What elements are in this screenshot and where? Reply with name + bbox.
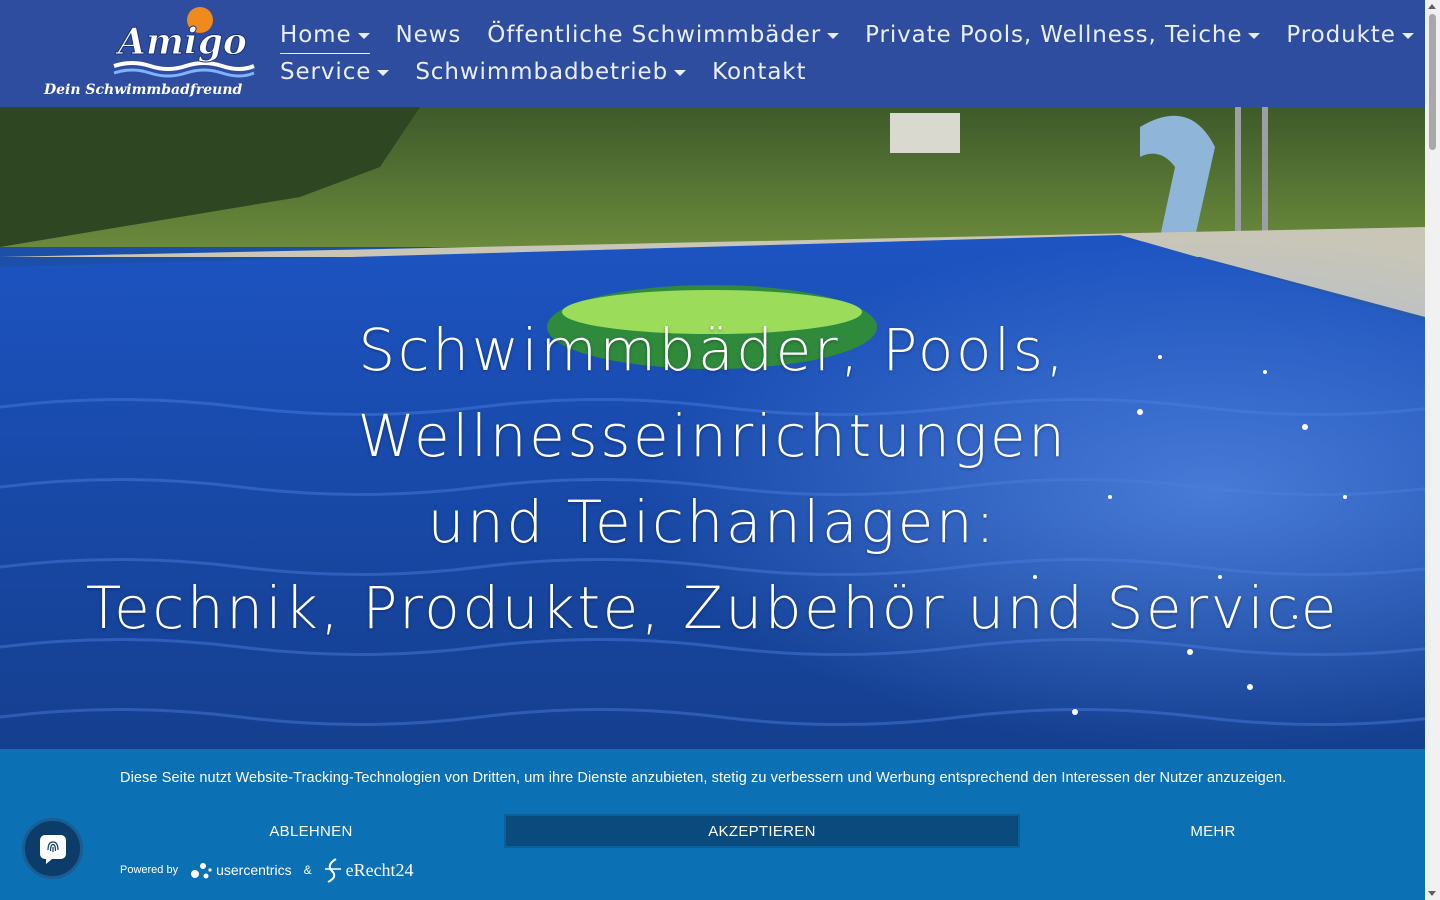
ampersand: & [303, 863, 312, 877]
cookie-consent-banner: Diese Seite nutzt Website-Tracking-Techn… [0, 749, 1425, 900]
powered-by: Powered by usercentrics & eRecht24 [120, 855, 414, 885]
chat-fingerprint-icon [39, 834, 66, 864]
scroll-down-arrow-icon[interactable] [1428, 891, 1436, 896]
nav-item-label: Öffentliche Schwimmbäder [487, 21, 822, 48]
hero-headline: Schwimmbäder, Pools, Wellnesseinrichtung… [0, 307, 1425, 651]
erecht24-label: eRecht24 [345, 859, 414, 880]
erecht24-logo[interactable]: eRecht24 [322, 857, 414, 883]
erecht24-mark-icon [324, 858, 341, 883]
nav-item-label: News [395, 21, 462, 48]
more-button[interactable]: MEHR [1022, 814, 1404, 848]
nav-item-home[interactable]: Home [280, 16, 370, 54]
nav-item-private-pools-wellness-teiche[interactable]: Private Pools, Wellness, Teiche [865, 16, 1261, 53]
nav-item-label: Produkte [1286, 21, 1396, 48]
caret-down-icon [357, 32, 370, 39]
cookie-message: Diese Seite nutzt Website-Tracking-Techn… [120, 770, 1287, 786]
nav-item-produkte[interactable]: Produkte [1286, 16, 1414, 53]
caret-down-icon [827, 32, 840, 39]
nav-item-schwimmbadbetrieb[interactable]: Schwimmbadbetrieb [415, 53, 687, 90]
amigo-logo[interactable]: Amigo Dein Schwimmbadfreund [40, 6, 260, 102]
scroll-thumb[interactable] [1429, 14, 1436, 150]
nav-row-primary: Home News Öffentliche Schwimmbäder Private … [280, 16, 1414, 54]
nav-item-label: Home [280, 21, 352, 48]
nav-item-label: Service [280, 58, 372, 85]
site-header: Amigo Dein Schwimmbadfreund Home News Öffe… [0, 0, 1425, 107]
hero-line-2: und Teichanlagen: [427, 488, 998, 556]
deny-button[interactable]: ABLEHNEN [120, 814, 502, 848]
main-navigation: Home News Öffentliche Schwimmbäder Private … [280, 16, 1414, 90]
logo-tagline: Dein Schwimmbadfreund [43, 82, 243, 98]
nav-item-öffentliche-schwimmbäder[interactable]: Öffentliche Schwimmbäder [487, 16, 840, 53]
hero-line-1: Schwimmbäder, Pools, Wellnesseinrichtung… [357, 316, 1068, 470]
nav-item-news[interactable]: News [396, 16, 462, 53]
usercentrics-logo[interactable]: usercentrics [190, 859, 292, 881]
caret-down-icon [377, 69, 390, 76]
caret-down-icon [674, 69, 687, 76]
caret-down-icon [1248, 32, 1261, 39]
usercentrics-dots-icon [191, 863, 212, 879]
caret-down-icon [1401, 32, 1414, 39]
nav-item-service[interactable]: Service [280, 53, 390, 90]
nav-item-label: Schwimmbadbetrieb [415, 58, 669, 85]
nav-row-secondary: Service Schwimmbadbetrieb Kontakt [280, 53, 1410, 90]
page-scrollbar[interactable] [1425, 0, 1440, 900]
privacy-settings-button[interactable] [22, 818, 83, 879]
hero-line-3: Technik, Produkte, Zubehör und Service [85, 574, 1340, 642]
logo-wordmark: Amigo [115, 21, 247, 63]
hero-section: Schwimmbäder, Pools, Wellnesseinrichtung… [0, 107, 1425, 749]
accept-button[interactable]: AKZEPTIEREN [504, 814, 1020, 848]
logo-graphic: Amigo Dein Schwimmbadfreund [43, 7, 255, 98]
powered-by-label: Powered by [120, 864, 179, 876]
nav-item-label: Kontakt [712, 58, 807, 85]
nav-item-kontakt[interactable]: Kontakt [712, 53, 806, 90]
nav-item-label: Private Pools, Wellness, Teiche [865, 21, 1243, 48]
scroll-up-arrow-icon[interactable] [1428, 4, 1436, 9]
usercentrics-label: usercentrics [216, 862, 292, 878]
